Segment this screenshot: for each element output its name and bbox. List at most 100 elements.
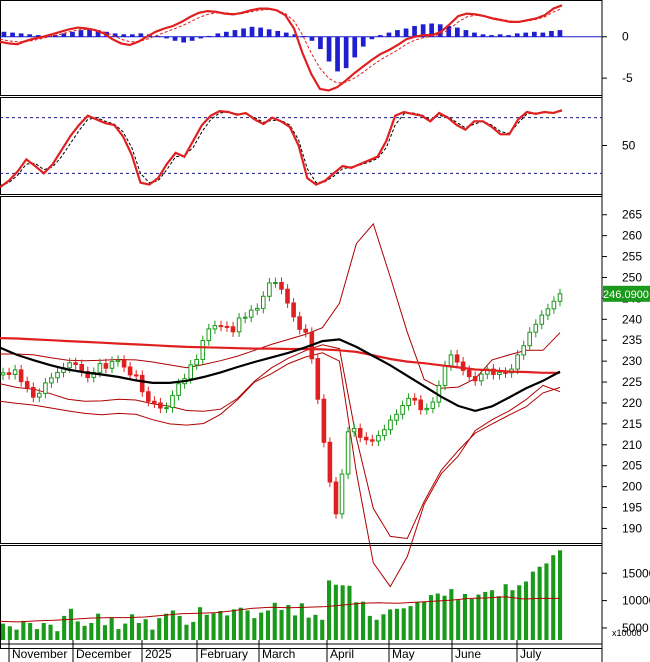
candle-body	[109, 361, 115, 369]
histogram-bar	[241, 28, 246, 37]
candle-body	[73, 362, 78, 365]
histogram-bar	[523, 32, 529, 37]
volume-bar	[537, 566, 542, 640]
volume-bar	[306, 617, 311, 640]
volume-bar	[340, 585, 345, 640]
histogram-bar	[206, 35, 212, 37]
volume-bar	[503, 584, 508, 640]
candle-body	[521, 345, 527, 356]
candle-body	[158, 402, 163, 409]
candle-body	[43, 382, 48, 394]
histogram-bar	[463, 30, 469, 37]
volume-bar	[191, 621, 196, 640]
volume-bar	[530, 571, 535, 640]
candle-body	[357, 428, 363, 438]
histogram-bar	[497, 34, 503, 37]
histogram-bar	[266, 29, 272, 37]
y-tick-label: 225	[622, 375, 642, 389]
candle-body	[497, 371, 502, 375]
volume-bar	[558, 550, 563, 640]
histogram-bar	[386, 32, 392, 37]
volume-bar	[367, 615, 372, 640]
volume-bar	[14, 629, 19, 640]
candle-body	[255, 307, 260, 311]
volume-bar	[361, 601, 366, 640]
volume-bar	[476, 594, 481, 640]
histogram-bar	[557, 30, 563, 37]
candle-body	[345, 431, 351, 475]
candle-body	[291, 302, 296, 318]
histogram-bar	[249, 26, 255, 37]
volume-bar	[279, 609, 284, 640]
volume-bar	[524, 581, 529, 640]
volume-bar	[293, 615, 298, 640]
volume-bar	[116, 629, 121, 640]
histogram-bar	[164, 36, 169, 39]
candle-body	[424, 407, 430, 411]
candle-body	[248, 309, 254, 318]
y-tick-label: 230	[622, 354, 642, 368]
histogram-bar	[489, 35, 494, 37]
histogram-bar	[121, 34, 127, 37]
candle-body	[273, 282, 278, 284]
y-tick-label: -5	[622, 71, 633, 85]
candle-body	[212, 325, 218, 330]
volume-bar	[347, 585, 352, 640]
candle-body	[261, 295, 266, 309]
candle-body	[170, 394, 175, 408]
candle-body	[315, 358, 321, 400]
candle-body	[515, 354, 520, 370]
volume-bar	[198, 607, 203, 640]
histogram-bar	[378, 35, 383, 37]
volume-bar	[259, 612, 264, 640]
volume-bar	[1, 623, 6, 640]
candle-body	[97, 363, 103, 373]
candle-body	[267, 282, 272, 297]
y-tick-label: 255	[622, 250, 642, 264]
candle-body	[12, 369, 18, 375]
volume-bar	[374, 619, 379, 640]
histogram-bar	[514, 33, 520, 37]
x-tick-label: November	[12, 647, 67, 661]
y-tick-label: 220	[622, 396, 642, 410]
volume-bar	[252, 618, 257, 640]
candle-body	[503, 371, 508, 374]
candle-body	[279, 282, 284, 290]
candle-body	[24, 381, 30, 389]
volume-bar	[21, 620, 26, 640]
volume-bar	[245, 610, 250, 640]
volume-bar	[123, 623, 128, 640]
y-tick-label: 235	[622, 333, 642, 347]
volume-bar	[286, 605, 291, 640]
volume-bar	[469, 599, 474, 640]
histogram-bar	[138, 33, 144, 37]
candle-body	[224, 325, 230, 328]
volume-bar	[34, 629, 39, 640]
candle-body	[466, 369, 472, 378]
histogram-bar	[283, 32, 289, 37]
candle-body	[18, 369, 24, 383]
histogram-bar	[10, 32, 15, 37]
y-tick-label: 260	[622, 229, 642, 243]
y-tick-label: 190	[622, 521, 642, 535]
y-tick-label: 215	[622, 417, 642, 431]
candle-body	[164, 407, 169, 410]
candle-body	[67, 362, 72, 369]
volume-bar	[157, 618, 162, 640]
candle-body	[339, 473, 345, 515]
volume-bar	[48, 624, 53, 640]
volume-bar	[68, 608, 73, 640]
volume-bar	[211, 613, 216, 640]
histogram-bar	[309, 36, 315, 41]
candle-body	[152, 400, 157, 404]
volume-bar	[442, 595, 447, 640]
y-tick-label: 240	[622, 312, 642, 326]
candle-body	[206, 328, 212, 342]
candle-body	[242, 316, 248, 319]
panel-frame	[0, 97, 603, 195]
x-tick-label: February	[200, 647, 248, 661]
volume-bar	[55, 631, 60, 640]
histogram-bar	[198, 36, 204, 39]
candle-body	[327, 441, 333, 483]
histogram-bar	[1, 31, 7, 37]
